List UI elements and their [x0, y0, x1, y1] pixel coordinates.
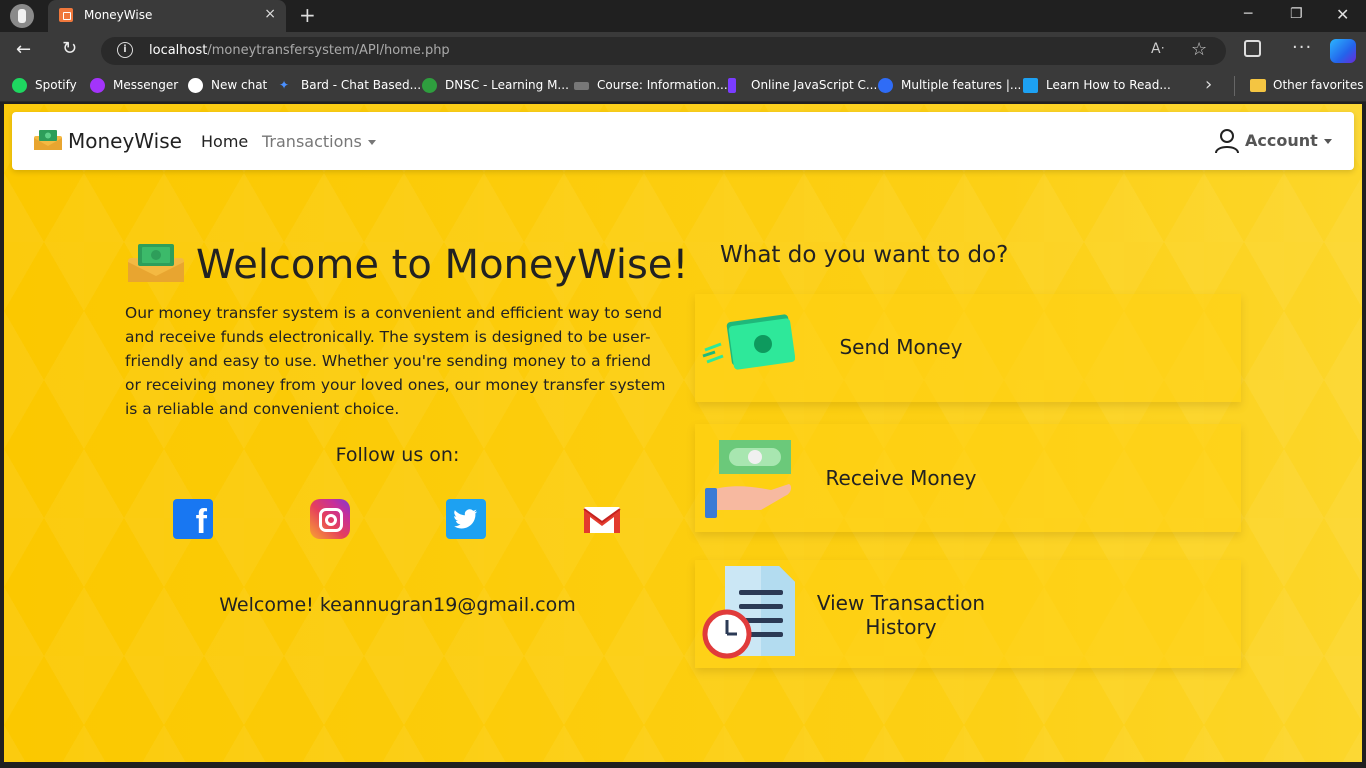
chatgpt-icon	[188, 78, 203, 93]
restore-icon[interactable]: ❐	[1290, 6, 1303, 22]
favorites-divider	[1234, 76, 1235, 96]
favorite-bard[interactable]: Bard - Chat Based...	[301, 78, 421, 92]
nav-transactions-label: Transactions	[262, 132, 362, 151]
transaction-history-card[interactable]: View Transaction History	[695, 560, 1241, 668]
facebook-icon[interactable]: f	[173, 499, 213, 539]
copilot-icon[interactable]	[1330, 39, 1356, 63]
money-envelope-icon	[34, 130, 62, 150]
xampp-favicon-icon	[59, 8, 73, 22]
close-window-icon[interactable]: ✕	[1336, 5, 1349, 24]
minimize-icon[interactable]: ─	[1244, 6, 1252, 22]
messenger-icon	[90, 78, 105, 93]
follow-us-heading: Follow us on:	[335, 444, 460, 466]
gmail-envelope-icon	[583, 507, 621, 533]
profile-avatar[interactable]	[10, 4, 34, 28]
javascript-course-icon	[728, 78, 736, 93]
actions-heading: What do you want to do?	[720, 242, 1009, 268]
transaction-history-label: View Transaction History	[816, 591, 986, 639]
favorite-multiple-features[interactable]: Multiple features |...	[901, 78, 1021, 92]
url-text[interactable]: localhost/moneytransfersystem/API/home.p…	[149, 43, 450, 58]
window-bottom-border	[0, 762, 1366, 768]
dnsc-icon	[422, 78, 437, 93]
favorites-bar: Spotify Messenger New chat ✦ Bard - Chat…	[0, 70, 1366, 102]
tab-close-icon[interactable]: ×	[264, 6, 276, 22]
intro-paragraph: Our money transfer system is a convenien…	[125, 304, 666, 418]
twitter-bird-icon	[454, 509, 477, 529]
brand-name[interactable]: MoneyWise	[68, 129, 182, 153]
browser-title-bar: MoneyWise × + ─ ❐ ✕	[0, 0, 1366, 32]
user-icon[interactable]	[1214, 128, 1240, 154]
favorite-javascript[interactable]: Online JavaScript C...	[751, 78, 877, 92]
send-money-label: Send Money	[839, 335, 963, 359]
nav-transactions-dropdown[interactable]: Transactions	[262, 132, 376, 151]
url-host: localhost	[149, 43, 208, 58]
twitter-icon[interactable]	[446, 499, 486, 539]
favorite-spotify[interactable]: Spotify	[35, 78, 77, 92]
back-icon[interactable]: ←	[16, 39, 31, 60]
account-dropdown[interactable]: Account	[1245, 131, 1332, 150]
nav-home-link[interactable]: Home	[201, 132, 248, 151]
new-tab-icon[interactable]: +	[299, 3, 316, 27]
extensions-icon[interactable]	[1244, 40, 1261, 57]
other-favorites[interactable]: Other favorites	[1273, 78, 1364, 92]
receive-money-icon	[705, 440, 792, 518]
favorite-star-icon[interactable]: ☆	[1191, 39, 1207, 60]
favorite-course[interactable]: Course: Information...	[597, 78, 728, 92]
welcome-heading: Welcome to MoneyWise!	[196, 242, 689, 288]
transaction-history-icon	[702, 566, 795, 659]
app-navbar: MoneyWise Home Transactions Account	[12, 112, 1354, 170]
favorites-chevron-icon[interactable]: ›	[1205, 74, 1212, 95]
page-content: MoneyWise Home Transactions Account Welc…	[4, 104, 1362, 762]
browser-tab[interactable]: MoneyWise ×	[48, 0, 286, 32]
caret-down-icon	[367, 140, 376, 145]
gmail-icon[interactable]	[582, 499, 622, 539]
tab-title: MoneyWise	[84, 8, 153, 22]
learn-read-icon	[1023, 78, 1038, 93]
browser-toolbar: ← ↻ i localhost/moneytransfersystem/API/…	[0, 32, 1366, 70]
folder-icon	[1250, 79, 1266, 92]
send-money-card[interactable]: Send Money	[695, 294, 1241, 402]
welcome-user-message: Welcome! keannugran19@gmail.com	[219, 594, 576, 616]
send-money-icon	[702, 314, 795, 370]
url-path: /moneytransfersystem/API/home.php	[207, 43, 450, 58]
multiple-features-icon	[878, 78, 893, 93]
receive-money-card[interactable]: Receive Money	[695, 424, 1241, 532]
site-info-icon[interactable]: i	[117, 42, 133, 58]
more-options-icon[interactable]: ···	[1292, 37, 1312, 58]
address-bar[interactable]: i localhost/moneytransfersystem/API/home…	[101, 37, 1226, 65]
caret-down-icon	[1323, 139, 1332, 144]
favorite-messenger[interactable]: Messenger	[113, 78, 178, 92]
favorite-new-chat[interactable]: New chat	[211, 78, 267, 92]
instagram-icon[interactable]	[310, 499, 350, 539]
receive-money-label: Receive Money	[825, 466, 977, 490]
favorite-learn-read[interactable]: Learn How to Read...	[1046, 78, 1171, 92]
bard-icon: ✦	[279, 78, 290, 92]
account-label: Account	[1245, 131, 1318, 150]
reload-icon[interactable]: ↻	[62, 38, 77, 59]
money-envelope-icon	[128, 244, 184, 282]
favorite-dnsc[interactable]: DNSC - Learning M...	[445, 78, 569, 92]
course-icon	[574, 82, 589, 90]
spotify-icon	[12, 78, 27, 93]
read-aloud-icon[interactable]: Aᐧ	[1151, 41, 1164, 57]
